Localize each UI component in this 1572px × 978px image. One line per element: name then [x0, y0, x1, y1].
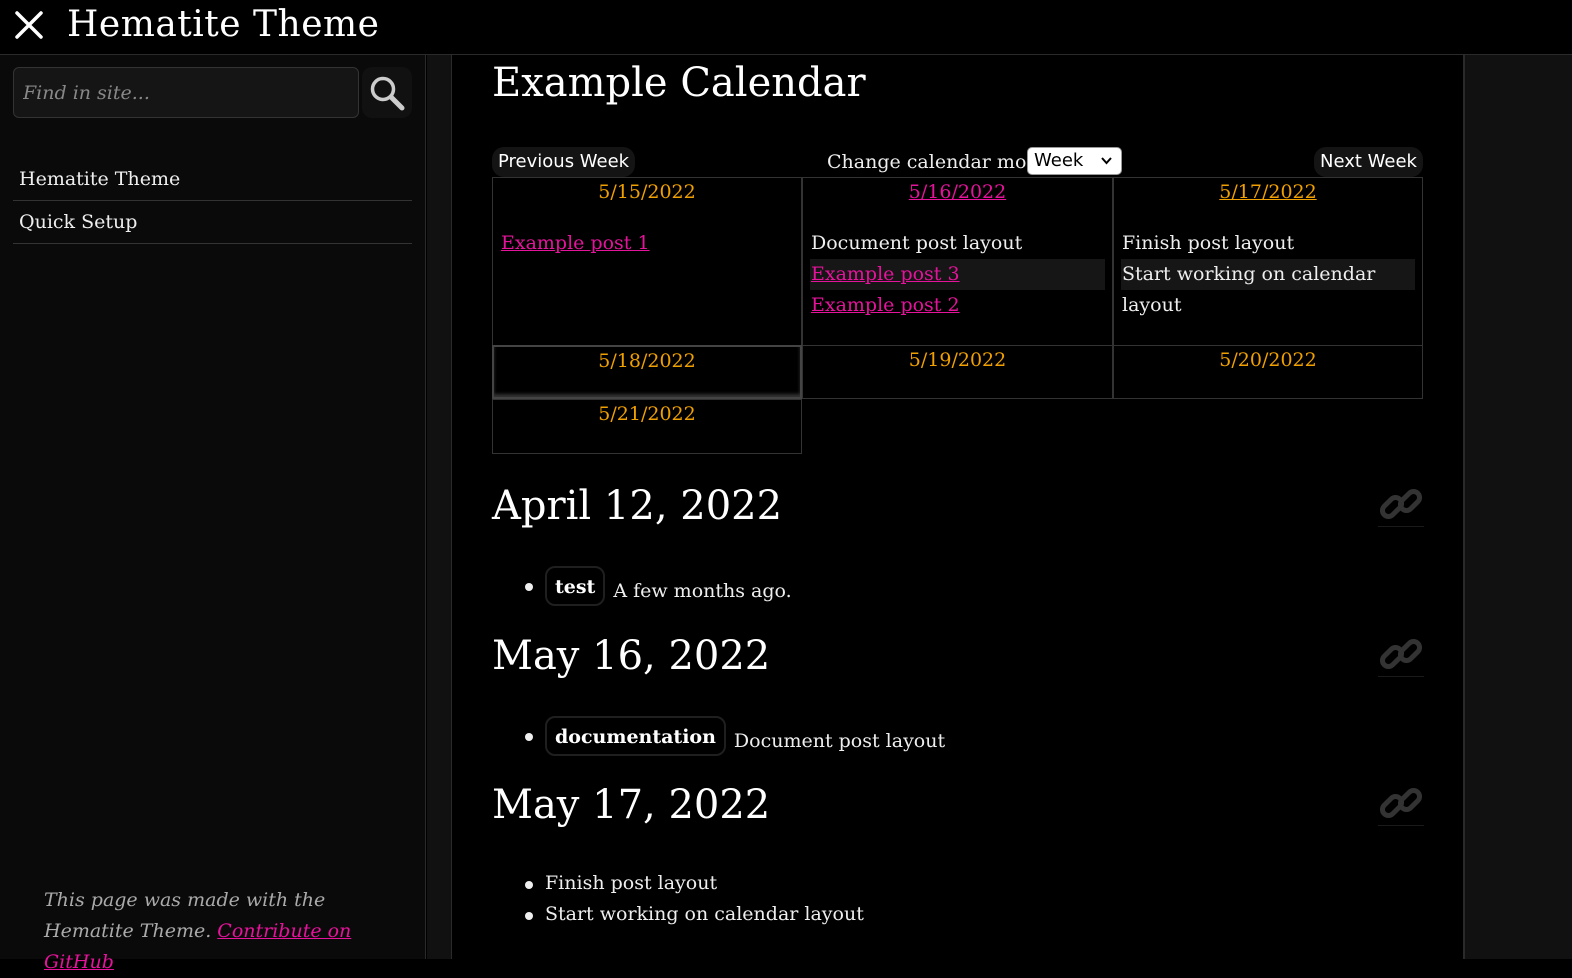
link-icon[interactable] [1378, 483, 1424, 527]
sidebar-item-hematite-theme[interactable]: Hematite Theme [13, 158, 412, 201]
page-title: Example Calendar [492, 60, 866, 106]
list-item: documentation Document post layout [525, 716, 946, 756]
mode-label: Change calendar mode: [827, 151, 1057, 173]
calendar-day: 5/16/2022 Document post layout Example p… [802, 177, 1113, 346]
calendar-entry[interactable]: Example post 3 [810, 259, 1105, 290]
post-text: A few months ago. [613, 580, 792, 602]
calendar-entry: Finish post layout [1122, 232, 1295, 254]
post-list: documentation Document post layout [525, 716, 946, 756]
calendar-day: 5/18/2022 [492, 345, 802, 399]
calendar-date[interactable]: 5/17/2022 [1114, 181, 1422, 203]
list-item: Finish post layout [525, 868, 864, 899]
link-icon[interactable] [1378, 633, 1424, 677]
calendar-day: 5/20/2022 [1113, 345, 1423, 399]
close-icon[interactable] [12, 8, 46, 42]
list-item: Start working on calendar layout [525, 899, 864, 930]
sidebar-item-quick-setup[interactable]: Quick Setup [13, 201, 412, 244]
footer-note: This page was made with the Hematite The… [44, 885, 404, 978]
list-item: test A few months ago. [525, 566, 792, 606]
right-gutter [1463, 55, 1572, 959]
search-input[interactable] [13, 67, 359, 118]
tag-badge[interactable]: documentation [545, 716, 726, 756]
sidebar: Hematite Theme Quick Setup This page was… [0, 55, 426, 973]
sidebar-nav: Hematite Theme Quick Setup [13, 158, 412, 244]
calendar-entry[interactable]: Example post 1 [500, 228, 794, 259]
calendar-mode-select[interactable]: Week [1027, 147, 1122, 175]
calendar-date: 5/19/2022 [908, 349, 1007, 371]
calendar-day: 5/21/2022 [492, 399, 802, 454]
post-text: Document post layout [733, 730, 946, 752]
previous-week-button[interactable]: Previous Week [492, 147, 636, 177]
left-gutter [427, 55, 452, 959]
chevron-down-icon [1101, 157, 1112, 165]
calendar-day: 5/17/2022 Finish post layout Start worki… [1113, 177, 1423, 346]
mode-value: Week [1034, 150, 1084, 171]
calendar-date: 5/20/2022 [1219, 349, 1317, 371]
next-week-button[interactable]: Next Week [1314, 147, 1423, 177]
section-heading: May 17, 2022 [492, 782, 771, 828]
calendar-entry[interactable]: Example post 2 [810, 290, 1105, 321]
post-list: test A few months ago. [525, 566, 792, 606]
search-button[interactable] [362, 67, 412, 118]
section-heading: May 16, 2022 [492, 633, 771, 679]
calendar-date: 5/15/2022 [598, 181, 696, 203]
calendar-date: 5/21/2022 [598, 403, 696, 425]
site-title[interactable]: Hematite Theme [67, 4, 379, 45]
main-content: Example Calendar Previous Week Change ca… [452, 55, 1463, 959]
calendar-day: 5/15/2022 Example post 1 [492, 177, 802, 346]
calendar-date[interactable]: 5/16/2022 [803, 181, 1112, 203]
tag-badge[interactable]: test [545, 566, 606, 606]
calendar-entry: Document post layout [811, 232, 1023, 254]
search-icon [370, 76, 405, 111]
calendar-entry: Start working on calendar layout [1121, 259, 1415, 316]
post-list: Finish post layout Start working on cale… [525, 868, 864, 930]
link-icon[interactable] [1378, 782, 1424, 826]
top-bar: Hematite Theme [0, 0, 1572, 55]
calendar-day: 5/19/2022 [802, 345, 1113, 399]
section-heading: April 12, 2022 [492, 483, 783, 529]
calendar-date: 5/18/2022 [598, 350, 696, 372]
